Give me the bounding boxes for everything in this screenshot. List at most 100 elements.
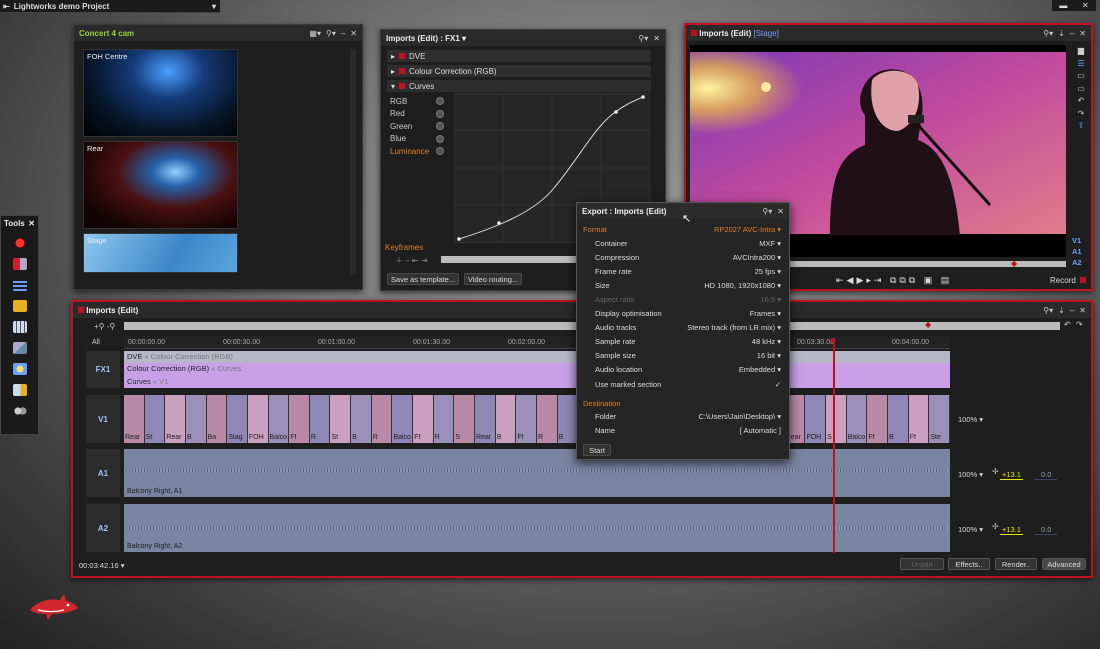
video-routing-button[interactable]: Video routing... xyxy=(464,273,522,285)
fx-row-dve[interactable]: DVE « Colour Correction (RGB) xyxy=(124,351,950,363)
v1-clip[interactable]: Balco xyxy=(392,395,414,443)
enable-icon[interactable] xyxy=(399,53,406,59)
audio-tracks-row[interactable]: Audio tracks Stereo track (from LR mix) ▾ xyxy=(583,321,781,333)
v1-clip[interactable]: B xyxy=(888,395,909,443)
a2-pan[interactable]: 0.0 xyxy=(1035,525,1058,535)
pin-icon[interactable]: ⚲▾ xyxy=(762,207,772,216)
container-row[interactable]: Container MXF ▾ xyxy=(583,237,781,249)
scroll-marker[interactable]: ◆ xyxy=(925,320,931,329)
v1-clip[interactable]: S xyxy=(826,395,847,443)
v1-clip[interactable]: Ba xyxy=(206,395,228,443)
viewer-track-a1[interactable]: A1 xyxy=(1072,246,1082,257)
grid-icon[interactable]: ▦▾ xyxy=(309,29,321,38)
knob-icon[interactable] xyxy=(436,97,444,106)
start-button[interactable]: Start xyxy=(583,444,611,456)
size-row[interactable]: Size HD 1080, 1920x1080 ▾ xyxy=(583,279,781,291)
v1-clip[interactable]: Ff xyxy=(289,395,310,443)
expand-icon[interactable]: ▸ xyxy=(391,67,395,76)
knob-icon[interactable] xyxy=(436,109,444,118)
enable-icon[interactable] xyxy=(399,83,406,89)
list-icon[interactable]: ☰ xyxy=(1072,58,1090,71)
a1-pan[interactable]: 0.0 xyxy=(1035,470,1058,480)
advanced-button[interactable]: Advanced xyxy=(1042,558,1086,570)
fx-track[interactable]: DVE « Colour Correction (RGB) Colour Cor… xyxy=(124,351,950,388)
playhead-marker[interactable]: ◆ xyxy=(830,336,836,345)
v1-clip[interactable]: FOH xyxy=(247,395,269,443)
a2-track[interactable]: Balcony Right, A2 xyxy=(124,504,950,552)
viewer-track-a2[interactable]: A2 xyxy=(1072,257,1082,268)
monitor-icon[interactable]: ▭ xyxy=(1072,70,1090,83)
transport-controls[interactable]: ⇤◀▶▸⇥ ⧉⧉⧉ ▣ ▤ xyxy=(836,275,952,286)
export-tool-icon[interactable] xyxy=(12,384,27,396)
project-title-bar[interactable]: ⇤ Lightworks demo Project ▾ xyxy=(0,0,220,13)
pin-icon[interactable]: ⚲▾ xyxy=(326,29,336,38)
channel-red[interactable]: Red xyxy=(390,108,448,121)
minimize-icon[interactable]: – xyxy=(1070,29,1074,38)
v1-clip[interactable]: B xyxy=(351,395,372,443)
a1-zoom[interactable]: 100% ▾ xyxy=(958,470,983,479)
keyframe-controls[interactable]: ＋ ‒ ⇤ ⇥ xyxy=(395,255,428,266)
v1-clip[interactable]: S xyxy=(454,395,476,443)
minimize-icon[interactable]: ▬ xyxy=(1059,1,1067,10)
a2-zoom[interactable]: 100% ▾ xyxy=(958,525,983,534)
timeline-tool-icon[interactable] xyxy=(12,279,27,291)
v1-clip[interactable]: Ff xyxy=(908,395,930,443)
track-label-a2[interactable]: A2 xyxy=(86,504,120,552)
scrollbar[interactable] xyxy=(350,49,356,275)
v1-clip[interactable]: B xyxy=(495,395,517,443)
v1-zoom[interactable]: 100% ▾ xyxy=(958,415,983,424)
v1-clip[interactable]: St xyxy=(330,395,352,443)
sample-size-row[interactable]: Sample size 16 bit ▾ xyxy=(583,349,781,361)
audio-location-row[interactable]: Audio location Embedded ▾ xyxy=(583,363,781,375)
track-label-fx1[interactable]: FX1 xyxy=(86,351,120,388)
close-icon[interactable]: ✕ xyxy=(653,34,660,43)
v1-clip[interactable]: R xyxy=(433,395,455,443)
sample-rate-row[interactable]: Sample rate 48 kHz ▾ xyxy=(583,335,781,347)
folder-row[interactable]: Folder C:\Users\Jain\Desktop\ ▾ xyxy=(583,410,781,422)
chevron-down-icon[interactable]: ▾ xyxy=(212,2,216,11)
minimize-icon[interactable]: – xyxy=(1070,306,1074,315)
exit-icon[interactable]: ⇤ xyxy=(3,2,10,11)
v1-clip[interactable]: R xyxy=(309,395,331,443)
knob-icon[interactable] xyxy=(436,147,444,156)
viewer-track-v1[interactable]: V1 xyxy=(1072,235,1082,246)
close-icon[interactable]: ✕ xyxy=(350,29,357,38)
a1-track[interactable]: Balcony Right, A1 xyxy=(124,449,950,497)
v1-clip[interactable]: Ff xyxy=(413,395,434,443)
a2-level[interactable]: +13.1 xyxy=(1000,525,1023,535)
knob-icon[interactable] xyxy=(436,122,444,131)
close-icon[interactable]: ✕ xyxy=(28,219,35,228)
all-tracks-button[interactable]: All xyxy=(92,339,100,346)
use-marked-section-row[interactable]: Use marked section ✓ xyxy=(583,378,781,390)
keyframe-bar[interactable] xyxy=(441,256,581,263)
record-tool-icon[interactable] xyxy=(12,237,27,249)
frame-rate-row[interactable]: Frame rate 25 fps ▾ xyxy=(583,265,781,277)
v1-clip[interactable]: Rear xyxy=(124,395,145,443)
redo-icon[interactable]: ↷ xyxy=(1072,108,1090,121)
media-tool-icon[interactable] xyxy=(12,342,27,354)
camera-tile-foh[interactable]: FOH Centre xyxy=(83,49,238,137)
v1-clip[interactable]: R xyxy=(371,395,393,443)
a1-pan-icon[interactable]: ✢ xyxy=(992,467,999,476)
fx-row-colour-correction[interactable]: Colour Correction (RGB) « Curves xyxy=(124,363,950,375)
timecode-display[interactable]: 00:03:42.16 ▾ xyxy=(79,561,124,570)
v1-clip[interactable]: FOH xyxy=(805,395,827,443)
collapse-icon[interactable]: ▾ xyxy=(391,82,395,91)
effect-row-colour-correction[interactable]: ▸ Colour Correction (RGB) xyxy=(387,65,651,77)
folder-icon[interactable]: ▆ xyxy=(1072,45,1090,58)
v1-clip[interactable]: Ste xyxy=(929,395,950,443)
compression-row[interactable]: Compression AVCIntra200 ▾ xyxy=(583,251,781,263)
knob-icon[interactable] xyxy=(436,134,444,143)
effect-row-dve[interactable]: ▸ DVE xyxy=(387,50,651,62)
playhead-marker[interactable]: ◆ xyxy=(1011,259,1017,268)
close-icon[interactable]: ✕ xyxy=(777,207,784,216)
close-icon[interactable]: ✕ xyxy=(1079,29,1086,38)
pushpin-icon[interactable]: ⇣ xyxy=(1058,29,1065,38)
pin-icon[interactable]: ⚲▾ xyxy=(1043,306,1053,315)
effect-row-curves[interactable]: ▾ Curves xyxy=(387,80,651,92)
channel-blue[interactable]: Blue xyxy=(390,133,448,146)
a1-level[interactable]: +13.1 xyxy=(1000,470,1023,480)
users-tool-icon[interactable] xyxy=(12,405,27,417)
name-row[interactable]: Name[ Automatic ] xyxy=(583,424,781,436)
pushpin-icon[interactable]: ⇣ xyxy=(1058,306,1065,315)
